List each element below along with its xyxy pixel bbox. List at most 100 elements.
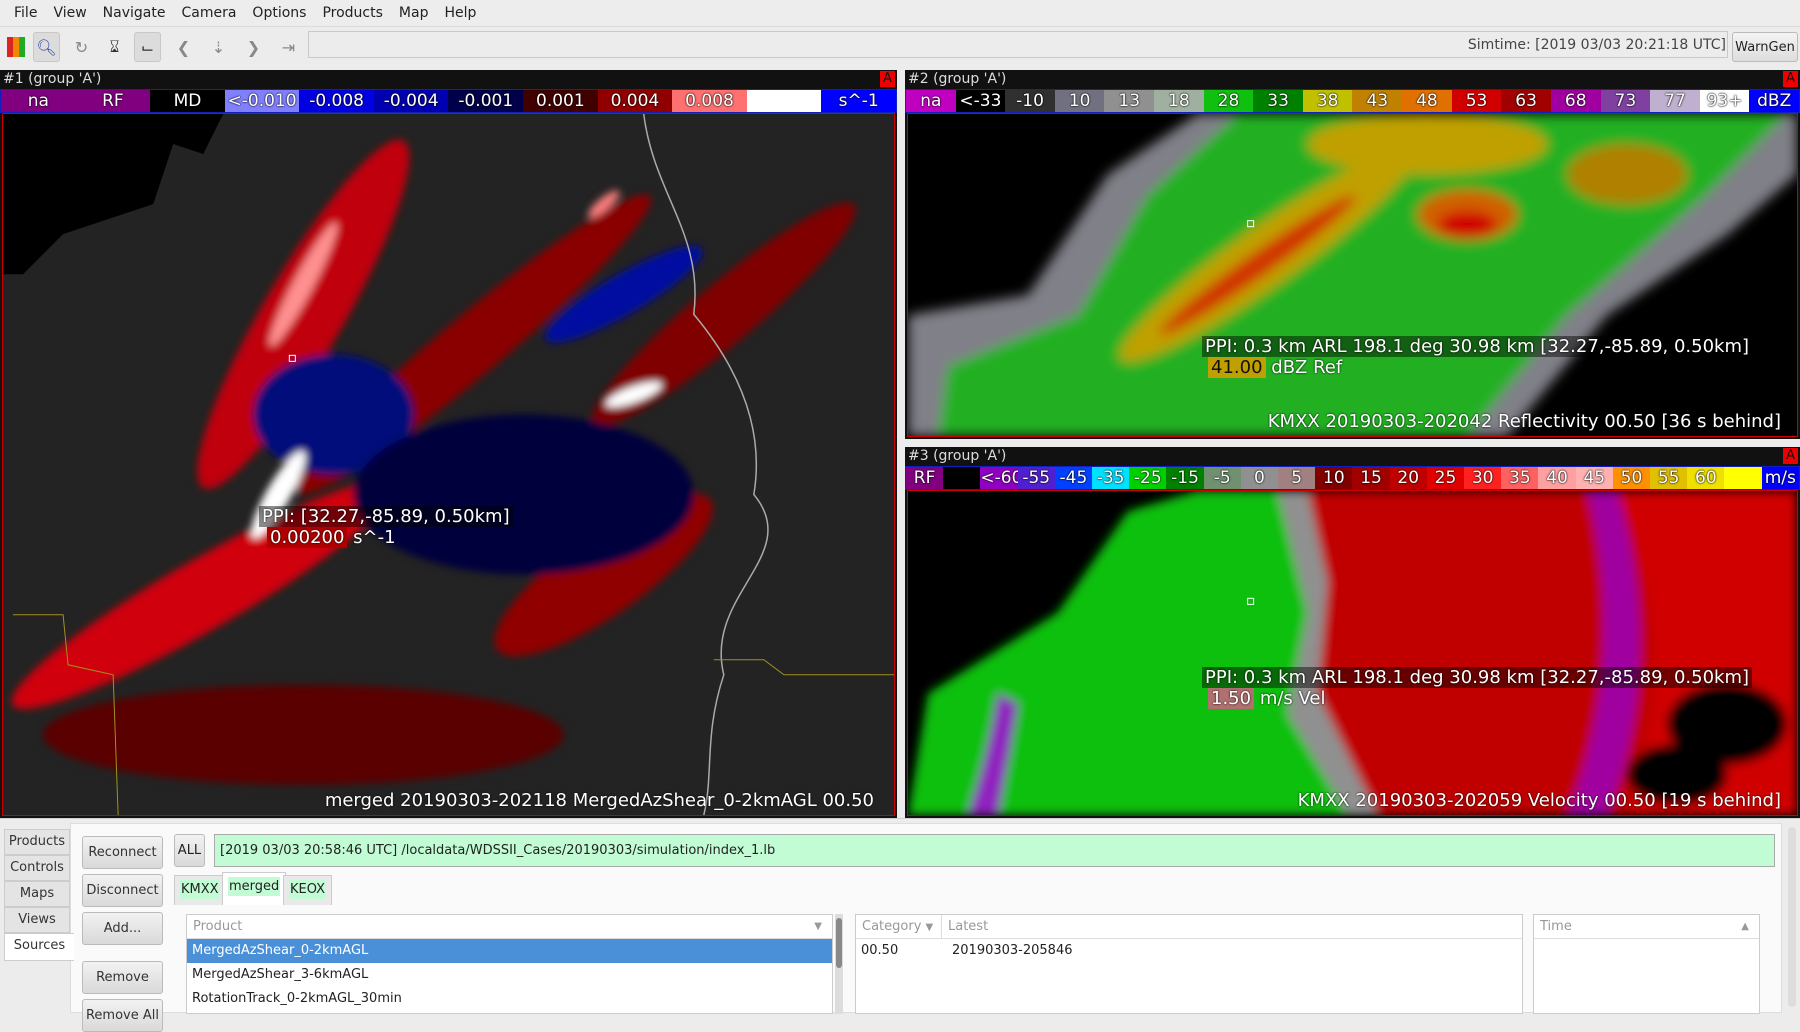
menu-products[interactable]: Products	[322, 5, 382, 21]
time-header[interactable]: Time ▲	[1534, 915, 1759, 939]
colorbar-segment: 35	[1501, 467, 1539, 489]
panel-1-azshear[interactable]: #1 (group 'A') A na RF MD <-0.010 -0.008 -0.0…	[0, 70, 897, 818]
reconnect-button[interactable]: Reconnect	[82, 836, 163, 869]
remove-all-button[interactable]: Remove All	[82, 999, 163, 1032]
colorbar-segment: 13	[1104, 90, 1155, 112]
reflectivity-image	[908, 114, 1797, 436]
warngen-button[interactable]: WarnGen	[1732, 32, 1798, 62]
menu-camera[interactable]: Camera	[181, 5, 236, 21]
group-badge[interactable]: A	[1783, 448, 1798, 464]
probe-text: PPI: 0.3 km ARL 198.1 deg 30.98 km [32.2…	[1202, 336, 1753, 357]
colorbar-segment: 40	[1538, 467, 1576, 489]
probe-readout: PPI: 0.3 km ARL 198.1 deg 30.98 km [32.2…	[1202, 336, 1753, 357]
product-list[interactable]: Product ▼ MergedAzShear_0-2kmAGL MergedAz…	[186, 914, 833, 1014]
source-tab-label: KEOX	[289, 880, 327, 899]
probe-value-row: 0.00200 s^-1	[267, 527, 396, 548]
colorbar: na <-33 -10 10 13 18 28 33 38 43 48 53 63 68 73 77 93+ dB…	[905, 89, 1800, 113]
panel-2-reflectivity[interactable]: #2 (group 'A') A na <-33 -10 10 13 18 28 33 38 43…	[905, 70, 1800, 439]
menu-options[interactable]: Options	[252, 5, 306, 21]
source-tab-label: KMXX	[180, 880, 220, 899]
table-row[interactable]: 00.50 20190303-205846	[856, 939, 1522, 963]
colorbar-segment: -0.004	[373, 90, 449, 112]
probe-icon[interactable]: ⌙	[134, 32, 161, 62]
tab-sources[interactable]: Sources	[4, 933, 74, 961]
probe-readout: PPI: 0.3 km ARL 198.1 deg 30.98 km [32.2…	[1202, 667, 1753, 688]
category-header[interactable]: Category ▼	[856, 915, 942, 938]
sort-down-icon: ▼	[925, 922, 934, 933]
toolbar: 🔍︎ ↻ ⌛︎ ⌙ ❮ ⇣ ❯ ⇥ Simtime: [2019 03/03 2…	[0, 26, 1800, 68]
refresh-icon[interactable]: ↻	[68, 32, 95, 62]
dock-scrollbar[interactable]	[1788, 827, 1796, 1007]
colorbar-segment: -15	[1166, 467, 1204, 489]
colorbar-segment: na	[1, 90, 76, 112]
category-table[interactable]: Category ▼ Latest 00.50 20190303-205846	[855, 914, 1523, 1014]
last-icon[interactable]: ⇥	[275, 32, 302, 62]
remove-button[interactable]: Remove	[82, 961, 163, 994]
tab-maps[interactable]: Maps	[4, 881, 70, 907]
colorbar-segment: <-60	[980, 467, 1018, 489]
product-header[interactable]: Product ▼	[187, 915, 832, 939]
probe-unit: dBZ Ref	[1271, 357, 1343, 378]
colorbar-segment: 15	[1352, 467, 1390, 489]
product-header-label: Product	[193, 919, 243, 934]
radar-map[interactable]: PPI: 0.3 km ARL 198.1 deg 30.98 km [32.2…	[907, 113, 1798, 437]
time-header-label: Time	[1540, 919, 1572, 934]
probe-value-row: 41.00 dBZ Ref	[1208, 357, 1342, 378]
hourglass-icon[interactable]: ⌛︎	[101, 32, 128, 62]
tab-controls[interactable]: Controls	[4, 855, 70, 881]
colorbar-segment: 55	[1650, 467, 1688, 489]
time-table[interactable]: Time ▲	[1533, 914, 1760, 1014]
probe-text: PPI: 0.3 km ARL 198.1 deg 30.98 km [32.2…	[1202, 667, 1753, 688]
source-status: [2019 03/03 20:58:46 UTC] /localdata/WDS…	[214, 834, 1775, 867]
radar-map[interactable]: PPI: 0.3 km ARL 198.1 deg 30.98 km [32.2…	[907, 490, 1798, 816]
colorbar-segment: m/s	[1761, 467, 1799, 489]
group-badge[interactable]: A	[1783, 71, 1798, 87]
colorbar-segment	[943, 467, 981, 489]
menu-view[interactable]: View	[53, 5, 86, 21]
colorbar-segment: 5	[1278, 467, 1316, 489]
latest-cell: 20190303-205846	[952, 943, 1073, 958]
latest-header[interactable]: Latest	[942, 915, 988, 938]
colorbar-segment: 53	[1451, 90, 1502, 112]
list-item[interactable]: RotationTrack_0-2kmAGL_30min	[187, 987, 832, 1011]
product-footer: merged 20190303-202118 MergedAzShear_0-2…	[324, 790, 874, 811]
back-icon[interactable]: ❮	[170, 32, 197, 62]
product-scrollbar[interactable]	[835, 914, 843, 1014]
probe-value: 41.00	[1208, 357, 1266, 378]
forward-icon[interactable]: ❯	[240, 32, 267, 62]
all-button[interactable]: ALL	[174, 834, 205, 867]
list-item[interactable]: MergedAzShear_3-6kmAGL	[187, 963, 832, 987]
source-tab-kmxx[interactable]: KMXX	[174, 875, 226, 905]
list-item[interactable]: MergedAzShear_0-2kmAGL	[187, 939, 832, 963]
colorbar-segment: -0.001	[448, 90, 524, 112]
radar-map[interactable]: PPI: [32.27,-85.89, 0.50km] 0.00200 s^-1…	[2, 113, 895, 816]
group-badge[interactable]: A	[880, 71, 895, 87]
tab-views[interactable]: Views	[4, 907, 70, 933]
menu-map[interactable]: Map	[399, 5, 429, 21]
colormap-icon[interactable]	[2, 32, 29, 62]
add-button[interactable]: Add...	[82, 912, 163, 945]
colorbar-segment: 20	[1389, 467, 1427, 489]
source-tab-keox[interactable]: KEOX	[283, 875, 333, 905]
disconnect-button[interactable]: Disconnect	[82, 874, 163, 907]
product-footer: KMXX 20190303-202059 Velocity 00.50 [19 …	[1297, 790, 1781, 811]
menu-help[interactable]: Help	[444, 5, 476, 21]
colorbar-segment: -55	[1017, 467, 1055, 489]
panel-3-velocity[interactable]: #3 (group 'A') A RF <-60 -55 -45 -35 -25 -15 -5…	[905, 447, 1800, 818]
pause-icon[interactable]: ⇣	[205, 32, 232, 62]
probe-unit: s^-1	[353, 527, 396, 548]
panel-title: #1 (group 'A')	[0, 70, 897, 89]
source-tab-merged[interactable]: merged	[222, 872, 287, 905]
colorbar-segment: -35	[1092, 467, 1130, 489]
colorbar-segment: -5	[1203, 467, 1241, 489]
menu-bar: File View Navigate Camera Options Produc…	[0, 0, 1800, 25]
colorbar-segment	[746, 90, 822, 112]
colorbar-segment: 73	[1600, 90, 1651, 112]
menu-file[interactable]: File	[14, 5, 37, 21]
velocity-image	[908, 491, 1797, 815]
source-tab-label: merged	[228, 877, 281, 896]
zoom-icon[interactable]: 🔍︎	[33, 32, 60, 62]
tab-products[interactable]: Products	[4, 829, 70, 855]
menu-navigate[interactable]: Navigate	[103, 5, 166, 21]
colorbar-segment: 0.008	[672, 90, 747, 112]
